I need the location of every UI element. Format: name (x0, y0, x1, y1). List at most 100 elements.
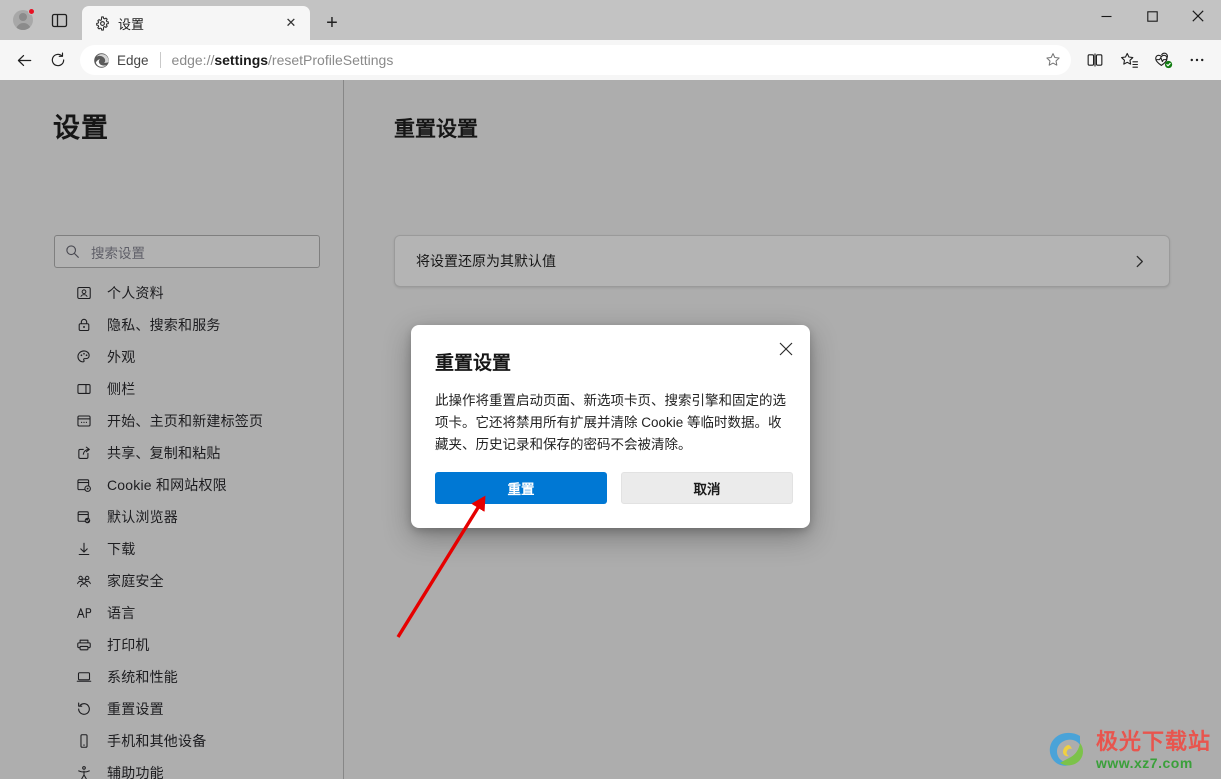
restore-defaults-row[interactable]: 将设置还原为其默认值 (394, 235, 1170, 287)
sidebar-item-label: 系统和性能 (107, 669, 178, 685)
maximize-icon (1146, 10, 1158, 22)
reset-settings-dialog: 重置设置 此操作将重置启动页面、新选项卡页、搜索引擎和固定的选项卡。它还将禁用所… (411, 325, 810, 528)
sidebar-item-cookies-permissions[interactable]: Cookie 和网站权限 (0, 469, 343, 501)
sidebar-item-default-browser[interactable]: 默认浏览器 (0, 501, 343, 533)
sidebar-item-privacy[interactable]: 隐私、搜索和服务 (0, 309, 343, 341)
tab-strip: 设置 ✕ + (0, 0, 1221, 40)
sidebar-item-start-home-newtab[interactable]: 开始、主页和新建标签页 (0, 405, 343, 437)
lock-icon (75, 316, 93, 334)
dialog-close-button[interactable] (772, 335, 800, 363)
address-bar[interactable]: Edge edge://settings/resetProfileSetting… (80, 45, 1071, 75)
address-bar-brand-label: Edge (117, 52, 149, 68)
star-icon (1046, 53, 1060, 66)
url-prefix: edge:// (171, 52, 215, 68)
page-title: 重置设置 (394, 118, 478, 141)
sidebar-item-label: 外观 (107, 349, 136, 365)
sidebar-item-label: 默认浏览器 (107, 509, 178, 525)
sidebar-item-share-copy-paste[interactable]: 共享、复制和粘贴 (0, 437, 343, 469)
search-icon (66, 245, 79, 258)
sidebar-item-profile[interactable]: 个人资料 (0, 277, 343, 309)
new-tab-button[interactable]: + (316, 7, 348, 39)
sidebar-item-label: 下载 (107, 541, 136, 557)
sidebar-item-label: 隐私、搜索和服务 (107, 317, 221, 333)
sidebar-item-downloads[interactable]: 下载 (0, 533, 343, 565)
address-bar-url: edge://settings/resetProfileSettings (172, 52, 1039, 68)
browser-window: 设置 ✕ + Edge edge://settings/resetProfile… (0, 0, 1221, 779)
close-icon (779, 342, 793, 356)
vertical-tabs-icon (51, 13, 67, 27)
sidebar-item-label: Cookie 和网站权限 (107, 477, 227, 493)
search-settings-input[interactable]: 搜索设置 (54, 235, 320, 268)
refresh-icon (51, 52, 65, 67)
cookie-icon (75, 476, 93, 494)
maximize-button[interactable] (1129, 0, 1175, 32)
sidebar-item-phone-other-devices[interactable]: 手机和其他设备 (0, 725, 343, 757)
notification-dot-icon (28, 8, 35, 15)
tab-actions-button[interactable] (44, 5, 74, 35)
gear-icon (94, 15, 110, 31)
add-favorite-button[interactable] (1039, 46, 1067, 74)
browser-essentials-button[interactable] (1147, 44, 1179, 76)
sidebar-item-label: 侧栏 (107, 381, 136, 397)
reset-icon (75, 700, 93, 718)
sidebar-item-label: 辅助功能 (107, 765, 164, 779)
window-controls (1083, 0, 1221, 40)
tab-close-button[interactable]: ✕ (280, 12, 302, 34)
sidebar-item-system-performance[interactable]: 系统和性能 (0, 661, 343, 693)
sidebar-item-family-safety[interactable]: 家庭安全 (0, 565, 343, 597)
refresh-button[interactable] (42, 44, 74, 76)
default-browser-icon (75, 508, 93, 526)
sidebar-item-label: 开始、主页和新建标签页 (107, 413, 264, 429)
tab-title: 设置 (118, 16, 145, 32)
sidebar-item-label: 重置设置 (107, 701, 164, 717)
split-screen-button[interactable] (1079, 44, 1111, 76)
profile-icon (75, 284, 93, 302)
close-icon (1192, 10, 1204, 22)
watermark-name: 极光下载站 (1095, 728, 1211, 754)
watermark-url: www.xz7.com (1095, 754, 1193, 771)
printer-icon (75, 636, 93, 654)
minimize-icon (1101, 15, 1111, 17)
favorites-button[interactable] (1113, 44, 1145, 76)
edge-logo-icon (92, 51, 110, 69)
sidebar-item-printers[interactable]: 打印机 (0, 629, 343, 661)
settings-sidebar: 设置 搜索设置 个人资料 隐私、搜索和服务 外观 侧栏 开始、主页和新建标签页 … (0, 80, 344, 779)
language-icon (75, 604, 93, 622)
browser-toolbar: Edge edge://settings/resetProfileSetting… (0, 40, 1221, 80)
sidebar-icon (75, 380, 93, 398)
tab-settings[interactable]: 设置 ✕ (82, 6, 310, 40)
url-host: settings (214, 52, 269, 68)
settings-and-more-button[interactable] (1181, 44, 1213, 76)
settings-heading: 设置 (53, 113, 109, 143)
profile-avatar[interactable] (8, 5, 38, 35)
system-icon (75, 668, 93, 686)
home-icon (75, 412, 93, 430)
minimize-button[interactable] (1083, 0, 1129, 32)
sidebar-item-label: 个人资料 (107, 285, 164, 301)
tab-strip-left-controls (0, 0, 74, 40)
dialog-actions: 重置 取消 (435, 472, 793, 504)
search-placeholder: 搜索设置 (91, 245, 145, 261)
favorites-star-list-icon (1120, 52, 1138, 68)
family-icon (75, 572, 93, 590)
sidebar-item-languages[interactable]: 语言 (0, 597, 343, 629)
phone-icon (75, 732, 93, 750)
palette-icon (75, 348, 93, 366)
restore-defaults-label: 将设置还原为其默认值 (416, 253, 556, 269)
sidebar-item-label: 语言 (107, 605, 136, 621)
reset-confirm-button[interactable]: 重置 (435, 472, 607, 504)
sidebar-item-reset-settings[interactable]: 重置设置 (0, 693, 343, 725)
dialog-body-text: 此操作将重置启动页面、新选项卡页、搜索引擎和固定的选项卡。它还将禁用所有扩展并清… (435, 393, 786, 452)
close-button[interactable] (1175, 0, 1221, 32)
sidebar-item-label: 打印机 (107, 637, 150, 653)
download-icon (75, 540, 93, 558)
sidebar-item-appearance[interactable]: 外观 (0, 341, 343, 373)
back-button[interactable] (8, 44, 40, 76)
address-bar-separator (159, 52, 161, 68)
accessibility-icon (75, 764, 93, 779)
sidebar-item-accessibility[interactable]: 辅助功能 (0, 757, 343, 779)
reset-cancel-button[interactable]: 取消 (621, 472, 793, 504)
sidebar-item-label: 共享、复制和粘贴 (107, 445, 221, 461)
sidebar-item-label: 家庭安全 (107, 573, 164, 589)
sidebar-item-sidebar[interactable]: 侧栏 (0, 373, 343, 405)
